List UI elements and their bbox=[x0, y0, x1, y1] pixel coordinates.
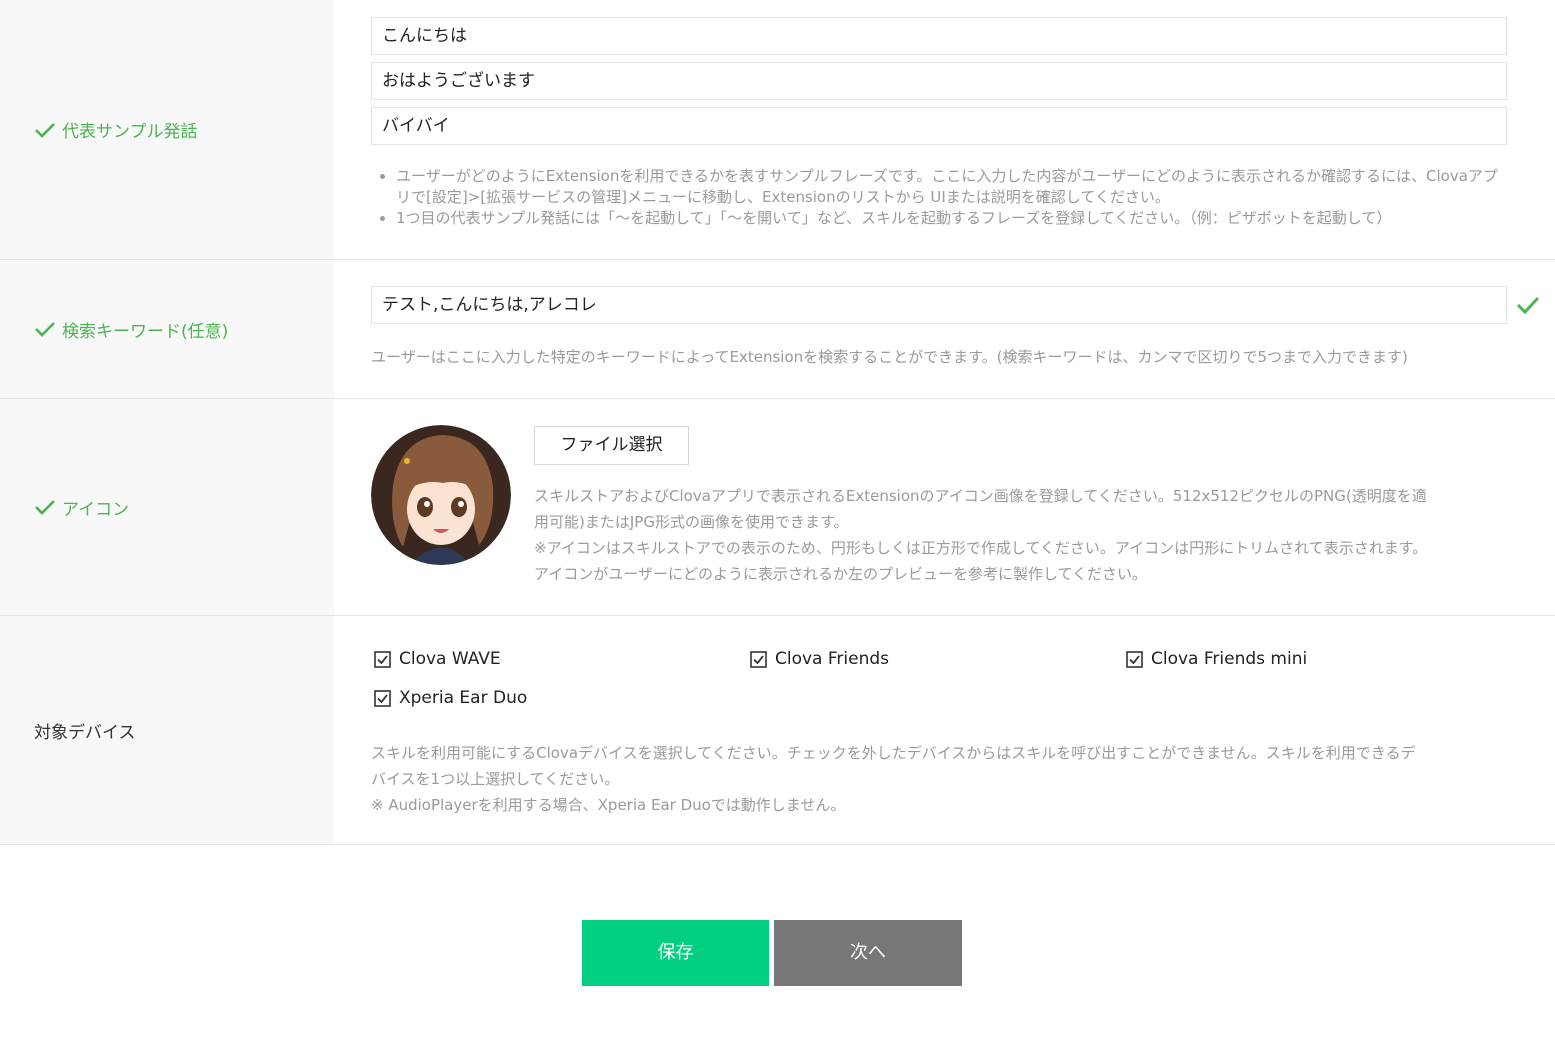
device-name: Clova WAVE bbox=[399, 649, 501, 669]
search-keyword-content: テスト,こんにちは,アレコレ ユーザーはここに入力した特定のキーワードによってE… bbox=[371, 260, 1555, 398]
devices-hint: スキルを利用可能にするClovaデバイスを選択してください。チェックを外したデバ… bbox=[371, 740, 1521, 818]
icon-content: ファイル選択 スキルストアおよびClovaアプリで表示されるExtensionの… bbox=[371, 399, 1555, 615]
sample-utterance-input-1[interactable]: こんにちは bbox=[371, 17, 1507, 55]
devices-label-cell: 対象デバイス bbox=[0, 616, 334, 844]
check-icon bbox=[35, 122, 55, 138]
search-keyword-label-text: 検索キーワード(任意) bbox=[62, 321, 229, 342]
sample-utterance-label-text: 代表サンプル発話 bbox=[62, 122, 198, 142]
devices-label-text: 対象デバイス bbox=[34, 722, 136, 743]
checkbox-checked-icon[interactable] bbox=[374, 689, 391, 707]
file-select-button[interactable]: ファイル選択 bbox=[534, 426, 689, 465]
checkbox-checked-icon[interactable] bbox=[374, 650, 391, 668]
devices-label: 対象デバイス bbox=[34, 718, 136, 743]
device-name: Clova Friends bbox=[775, 649, 890, 669]
devices-hint-line: バイスを1つ以上選択してください。 bbox=[371, 770, 620, 788]
devices-content: Clova WAVE Clova Friends Clova Friends m… bbox=[371, 616, 1555, 844]
icon-description-line: 用可能)またはJPG形式の画像を使用できます。 bbox=[534, 513, 849, 531]
sample-utterance-hints: ユーザーがどのようにExtensionを利用できるかを表すサンプルフレーズです。… bbox=[371, 166, 1506, 229]
icon-label-cell: アイコン bbox=[0, 399, 334, 615]
devices-row: 対象デバイス Clova WAVE Clova Friends Clova Fr… bbox=[0, 616, 1555, 845]
icon-label: アイコン bbox=[34, 495, 129, 520]
sample-utterance-hint-2: 1つ目の代表サンプル発話には「〜を起動して」「〜を開いて」など、スキルを起動する… bbox=[396, 208, 1506, 229]
save-button[interactable]: 保存 bbox=[582, 920, 769, 986]
search-keyword-label: 検索キーワード(任意) bbox=[34, 317, 228, 342]
icon-preview-avatar bbox=[371, 425, 511, 565]
icon-description: スキルストアおよびClovaアプリで表示されるExtensionのアイコン画像を… bbox=[534, 483, 1509, 587]
sample-utterance-content: こんにちは おはようございます バイバイ ユーザーがどのようにExtension… bbox=[371, 0, 1555, 259]
checkbox-checked-icon[interactable] bbox=[750, 650, 767, 668]
check-icon bbox=[35, 322, 55, 337]
sample-utterance-hint-1: ユーザーがどのようにExtensionを利用できるかを表すサンプルフレーズです。… bbox=[396, 166, 1506, 208]
icon-description-line: スキルストアおよびClovaアプリで表示されるExtensionのアイコン画像を… bbox=[534, 487, 1427, 505]
device-name: Xperia Ear Duo bbox=[399, 688, 528, 708]
avatar-illustration bbox=[371, 425, 511, 565]
icon-label-text: アイコン bbox=[62, 499, 130, 520]
icon-row: アイコン ファイル選択 スキルストアおよびClovaアプリで表示されるExten… bbox=[0, 399, 1555, 616]
sample-utterance-row: 代表サンプル発話 こんにちは おはようございます バイバイ ユーザーがどのように… bbox=[0, 0, 1555, 260]
devices-hint-line: スキルを利用可能にするClovaデバイスを選択してください。チェックを外したデバ… bbox=[371, 744, 1416, 762]
device-name: Clova Friends mini bbox=[1151, 649, 1308, 669]
device-option-clova-friends-mini[interactable]: Clova Friends mini bbox=[1126, 649, 1307, 669]
device-option-xperia-ear-duo[interactable]: Xperia Ear Duo bbox=[374, 688, 527, 708]
icon-description-line: アイコンがユーザーにどのように表示されるか左のプレビューを参考に製作してください… bbox=[534, 565, 1148, 583]
checkbox-checked-icon[interactable] bbox=[1126, 650, 1143, 668]
valid-check-icon bbox=[1516, 296, 1540, 315]
check-icon bbox=[35, 500, 55, 515]
next-button[interactable]: 次へ bbox=[774, 920, 962, 986]
sample-utterance-input-2[interactable]: おはようございます bbox=[371, 62, 1507, 100]
search-keyword-label-cell: 検索キーワード(任意) bbox=[0, 260, 334, 398]
search-keyword-hint: ユーザーはここに入力した特定のキーワードによってExtensionを検索すること… bbox=[371, 348, 1408, 366]
icon-description-line: ※アイコンはスキルストアでの表示のため、円形もしくは正方形で作成してください。ア… bbox=[534, 539, 1428, 557]
sample-utterance-label: 代表サンプル発話 bbox=[34, 117, 198, 142]
sample-utterance-input-3[interactable]: バイバイ bbox=[371, 107, 1507, 145]
search-keyword-row: 検索キーワード(任意) テスト,こんにちは,アレコレ ユーザーはここに入力した特… bbox=[0, 260, 1555, 399]
search-keyword-input[interactable]: テスト,こんにちは,アレコレ bbox=[371, 286, 1507, 324]
device-option-clova-wave[interactable]: Clova WAVE bbox=[374, 649, 501, 669]
devices-hint-line: ※ AudioPlayerを利用する場合、Xperia Ear Duoでは動作し… bbox=[371, 796, 846, 814]
device-option-clova-friends[interactable]: Clova Friends bbox=[750, 649, 889, 669]
sample-utterance-label-cell: 代表サンプル発話 bbox=[0, 0, 334, 259]
